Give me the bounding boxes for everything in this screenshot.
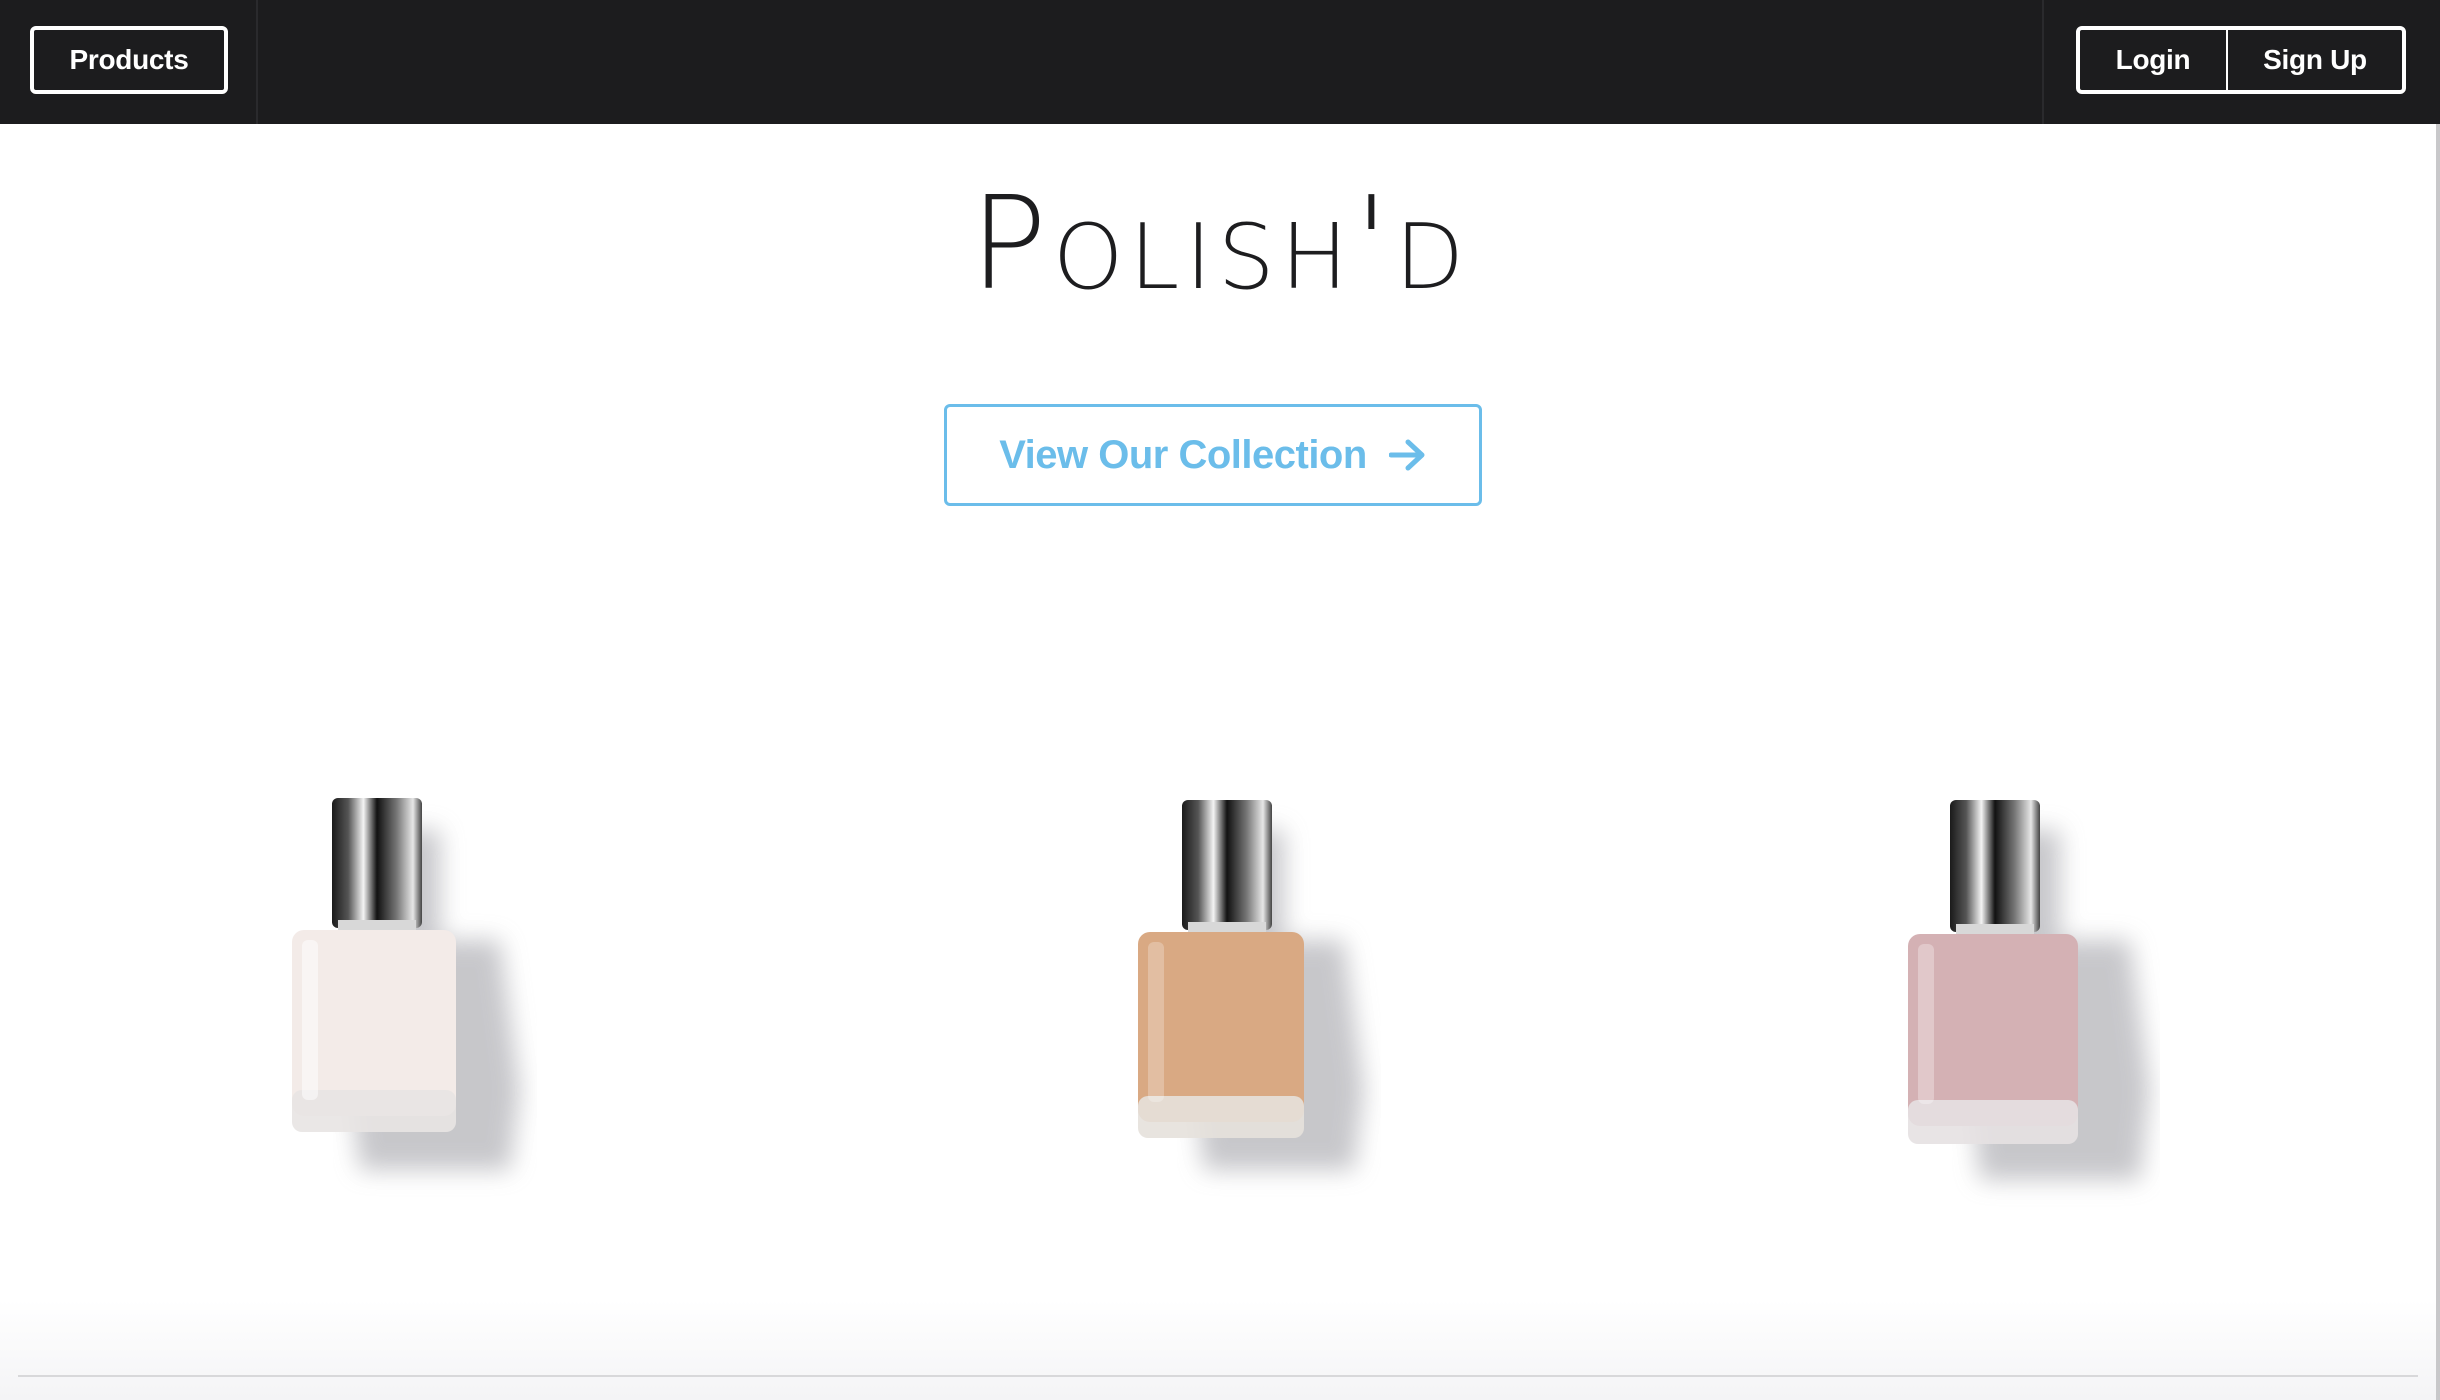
- arrow-right-icon: [1388, 438, 1427, 472]
- page-bottom-fade: [0, 1300, 2440, 1400]
- nav-divider: [2042, 0, 2044, 124]
- brand-logotype: Polish'd: [970, 170, 1470, 308]
- products-button[interactable]: Products: [30, 26, 228, 94]
- top-navbar: Products Login Sign Up: [0, 0, 2440, 124]
- nail-polish-bottle-image: [1138, 800, 1364, 1170]
- product-bottle-mauve[interactable]: [1900, 790, 2160, 1210]
- nail-polish-bottle-image: [1908, 800, 2150, 1180]
- login-button[interactable]: Login: [2076, 26, 2228, 94]
- product-bottle-tan[interactable]: [1124, 790, 1384, 1210]
- nail-polish-bottle-image: [292, 798, 520, 1170]
- brand-name: Polish'd: [970, 170, 1470, 308]
- page: Products Login Sign Up Polish'd View Our…: [0, 0, 2440, 1400]
- view-collection-label: View Our Collection: [999, 432, 1367, 477]
- window-scrollbar-edge[interactable]: [2436, 124, 2440, 1400]
- nav-divider: [256, 0, 258, 124]
- sign-up-button[interactable]: Sign Up: [2226, 26, 2406, 94]
- bottom-divider: [18, 1375, 2418, 1377]
- brand-logo: Polish'd: [0, 168, 2440, 308]
- product-bottle-nude-white[interactable]: [280, 790, 540, 1210]
- view-collection-button[interactable]: View Our Collection: [944, 404, 1482, 506]
